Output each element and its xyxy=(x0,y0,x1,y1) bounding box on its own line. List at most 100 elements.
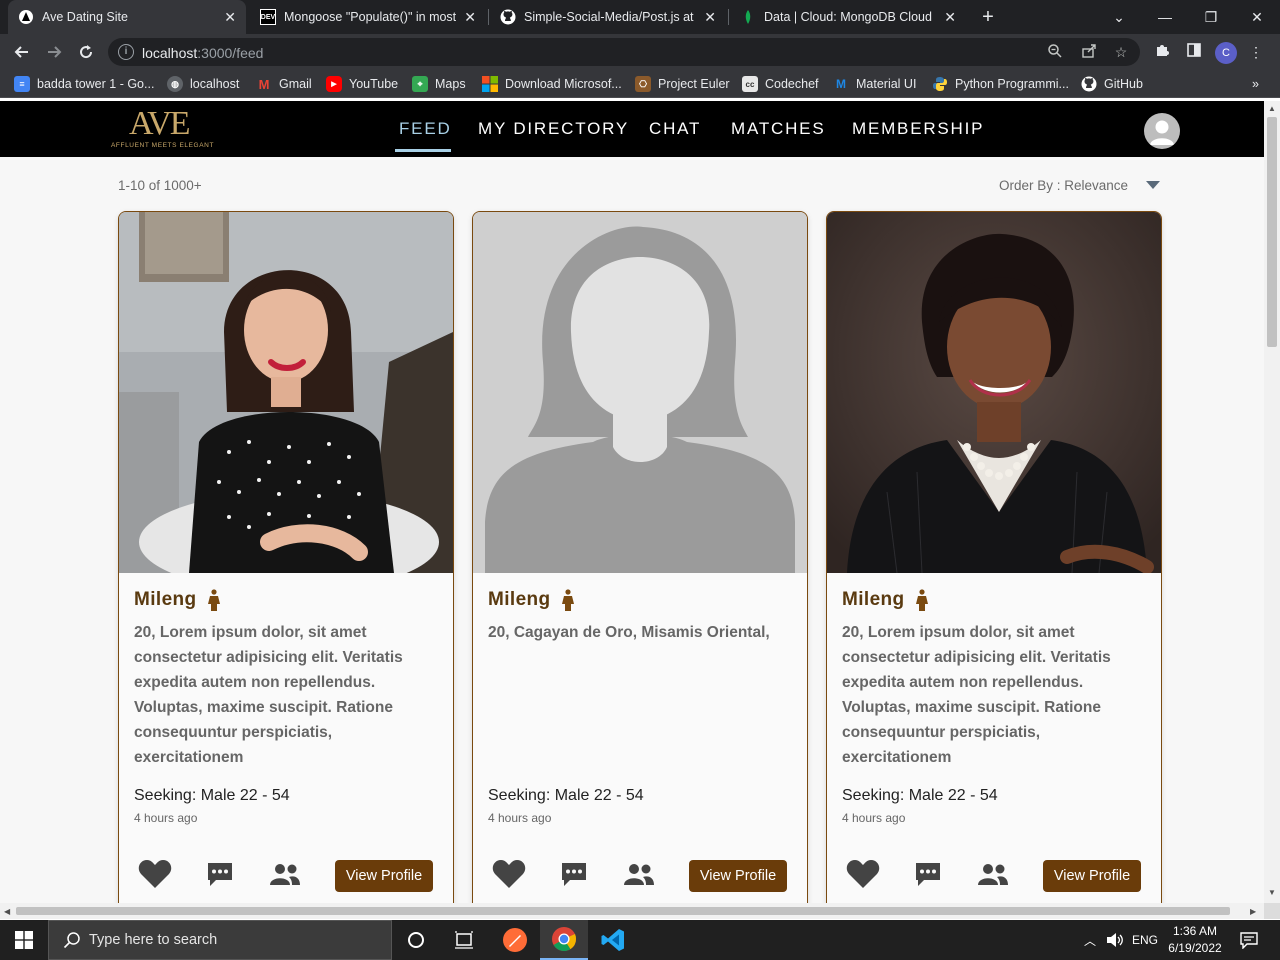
vertical-scroll-thumb[interactable] xyxy=(1267,117,1277,347)
bookmark-github[interactable]: GitHub xyxy=(1081,75,1143,93)
input-language[interactable]: ENG xyxy=(1132,920,1158,960)
scroll-down-arrow-icon[interactable]: ▼ xyxy=(1268,889,1276,897)
tab-dev-mongoose[interactable]: DEV Mongoose "Populate()" in most s ✕ xyxy=(250,0,486,34)
dev-icon: DEV xyxy=(260,9,276,25)
profile-bio: 20, Lorem ipsum dolor, sit amet consecte… xyxy=(842,624,1111,766)
like-heart-icon[interactable] xyxy=(845,858,881,890)
order-by-caret-icon[interactable] xyxy=(1146,181,1160,189)
nav-feed[interactable]: FEED xyxy=(399,119,452,139)
tab-search-chevron-icon[interactable]: ⌄ xyxy=(1096,0,1142,34)
cortana-button[interactable] xyxy=(392,920,440,960)
bookmark-badda-tower[interactable]: ≡ badda tower 1 - Go... xyxy=(14,75,154,93)
people-group-icon[interactable] xyxy=(623,858,655,890)
view-profile-button[interactable]: View Profile xyxy=(335,860,433,892)
message-bubble-icon[interactable] xyxy=(913,858,943,890)
extensions-puzzle-icon[interactable] xyxy=(1152,42,1172,62)
nav-matches[interactable]: MATCHES xyxy=(731,119,825,139)
profile-seeking: Seeking: Male 22 - 54 xyxy=(842,787,998,804)
tab-github-post[interactable]: Simple-Social-Media/Post.js at m ✕ xyxy=(490,0,726,34)
profile-seeking: Seeking: Male 22 - 54 xyxy=(488,787,644,804)
share-icon[interactable] xyxy=(1080,43,1098,61)
bookmark-download-microsoft[interactable]: Download Microsof... xyxy=(482,75,622,93)
mui-icon: M xyxy=(836,77,846,91)
profile-posted-time: 4 hours ago xyxy=(488,811,552,825)
volume-icon[interactable] xyxy=(1104,920,1126,960)
taskbar-clock[interactable]: 1:36 AM 6/19/2022 xyxy=(1164,923,1226,957)
new-tab-button[interactable]: + xyxy=(976,5,1000,29)
site-info-icon[interactable]: i xyxy=(118,44,134,60)
nav-my-directory[interactable]: MY DIRECTORY xyxy=(478,119,629,139)
close-tab-icon[interactable]: ✕ xyxy=(704,9,716,26)
reload-icon[interactable] xyxy=(74,40,98,64)
bookmark-python[interactable]: Python Programmi... xyxy=(932,75,1069,93)
profile-avatar-button[interactable]: C xyxy=(1215,42,1237,64)
scroll-right-arrow-icon[interactable]: ▶ xyxy=(1250,907,1256,916)
close-tab-icon[interactable]: ✕ xyxy=(464,9,476,26)
euler-icon: ⎔ xyxy=(635,76,651,92)
bookmark-maps[interactable]: ⌖ Maps xyxy=(412,75,466,93)
view-profile-button[interactable]: View Profile xyxy=(1043,860,1141,892)
taskbar-app-vscode[interactable] xyxy=(589,920,637,960)
profile-card: Mileng 20, Cagayan de Oro, Misamis Orien… xyxy=(472,211,808,903)
people-group-icon[interactable] xyxy=(269,858,301,890)
message-bubble-icon[interactable] xyxy=(205,858,235,890)
profile-photo[interactable] xyxy=(119,212,453,573)
profile-name: Mileng xyxy=(842,589,929,611)
forward-arrow-icon[interactable] xyxy=(42,40,66,64)
notification-center-icon[interactable] xyxy=(1238,920,1260,960)
vscode-icon xyxy=(601,929,624,951)
message-bubble-icon[interactable] xyxy=(559,858,589,890)
bookmark-star-icon[interactable]: ☆ xyxy=(1112,43,1130,61)
bookmark-localhost[interactable]: ◍ localhost xyxy=(167,75,239,93)
bookmark-youtube[interactable]: ▶ YouTube xyxy=(326,75,398,93)
bookmark-gmail[interactable]: M Gmail xyxy=(256,75,312,93)
close-tab-icon[interactable]: ✕ xyxy=(224,9,236,26)
horizontal-scroll-thumb[interactable] xyxy=(16,907,1230,915)
profile-photo[interactable] xyxy=(827,212,1161,573)
task-view-icon xyxy=(455,931,473,949)
mongodb-icon xyxy=(740,9,756,25)
view-profile-button[interactable]: View Profile xyxy=(689,860,787,892)
back-arrow-icon[interactable] xyxy=(10,40,34,64)
profile-posted-time: 4 hours ago xyxy=(842,811,906,825)
user-avatar-icon[interactable] xyxy=(1144,113,1180,149)
globe-icon: ◍ xyxy=(167,76,183,92)
bookmark-material-ui[interactable]: M Material UI xyxy=(833,75,916,93)
taskbar-search-input[interactable]: Type here to search xyxy=(48,920,392,960)
ave-icon xyxy=(18,9,34,25)
like-heart-icon[interactable] xyxy=(491,858,527,890)
ave-logo[interactable]: AVE AFFLUENT MEETS ELEGANT xyxy=(111,107,225,153)
task-view-button[interactable] xyxy=(440,920,488,960)
close-window-button[interactable]: ✕ xyxy=(1234,0,1280,34)
show-hidden-icons-chevron-icon[interactable]: ︿ xyxy=(1082,920,1098,960)
restore-button[interactable]: ❐ xyxy=(1188,0,1234,34)
scroll-up-arrow-icon[interactable]: ▲ xyxy=(1268,105,1276,113)
bookmark-codechef[interactable]: cc Codechef xyxy=(742,75,819,93)
address-bar[interactable]: i localhost:3000/feed ☆ xyxy=(108,38,1140,66)
side-panel-icon[interactable] xyxy=(1184,42,1204,62)
people-group-icon[interactable] xyxy=(977,858,1009,890)
tab-ave-dating-site[interactable]: Ave Dating Site ✕ xyxy=(8,0,246,34)
address-url: localhost:3000/feed xyxy=(142,45,264,61)
scroll-left-arrow-icon[interactable]: ◀ xyxy=(4,907,10,916)
horizontal-scrollbar[interactable]: ◀ ▶ xyxy=(0,903,1264,919)
vertical-scrollbar[interactable]: ▲ ▼ xyxy=(1264,101,1280,903)
tab-mongodb-cloud[interactable]: Data | Cloud: MongoDB Cloud ✕ xyxy=(730,0,966,34)
taskbar-app-chrome[interactable] xyxy=(540,920,588,960)
docs-icon: ≡ xyxy=(14,76,30,92)
menu-kebab-icon[interactable]: ⋮ xyxy=(1246,42,1266,62)
nav-chat[interactable]: CHAT xyxy=(649,119,701,139)
taskbar-app-postman[interactable] xyxy=(491,920,539,960)
results-count: 1-10 of 1000+ xyxy=(118,178,202,193)
windows-start-button[interactable] xyxy=(0,920,48,960)
close-tab-icon[interactable]: ✕ xyxy=(944,9,956,26)
tab-separator xyxy=(488,9,489,25)
like-heart-icon[interactable] xyxy=(137,858,173,890)
order-by-select[interactable]: Order By : Relevance xyxy=(999,178,1128,193)
minimize-button[interactable]: — xyxy=(1142,0,1188,34)
more-bookmarks-chevron-icon[interactable]: » xyxy=(1252,75,1259,93)
zoom-icon[interactable] xyxy=(1046,43,1064,61)
bookmark-project-euler[interactable]: ⎔ Project Euler xyxy=(635,75,730,93)
placeholder-avatar[interactable] xyxy=(473,212,807,573)
nav-membership[interactable]: MEMBERSHIP xyxy=(852,119,984,139)
